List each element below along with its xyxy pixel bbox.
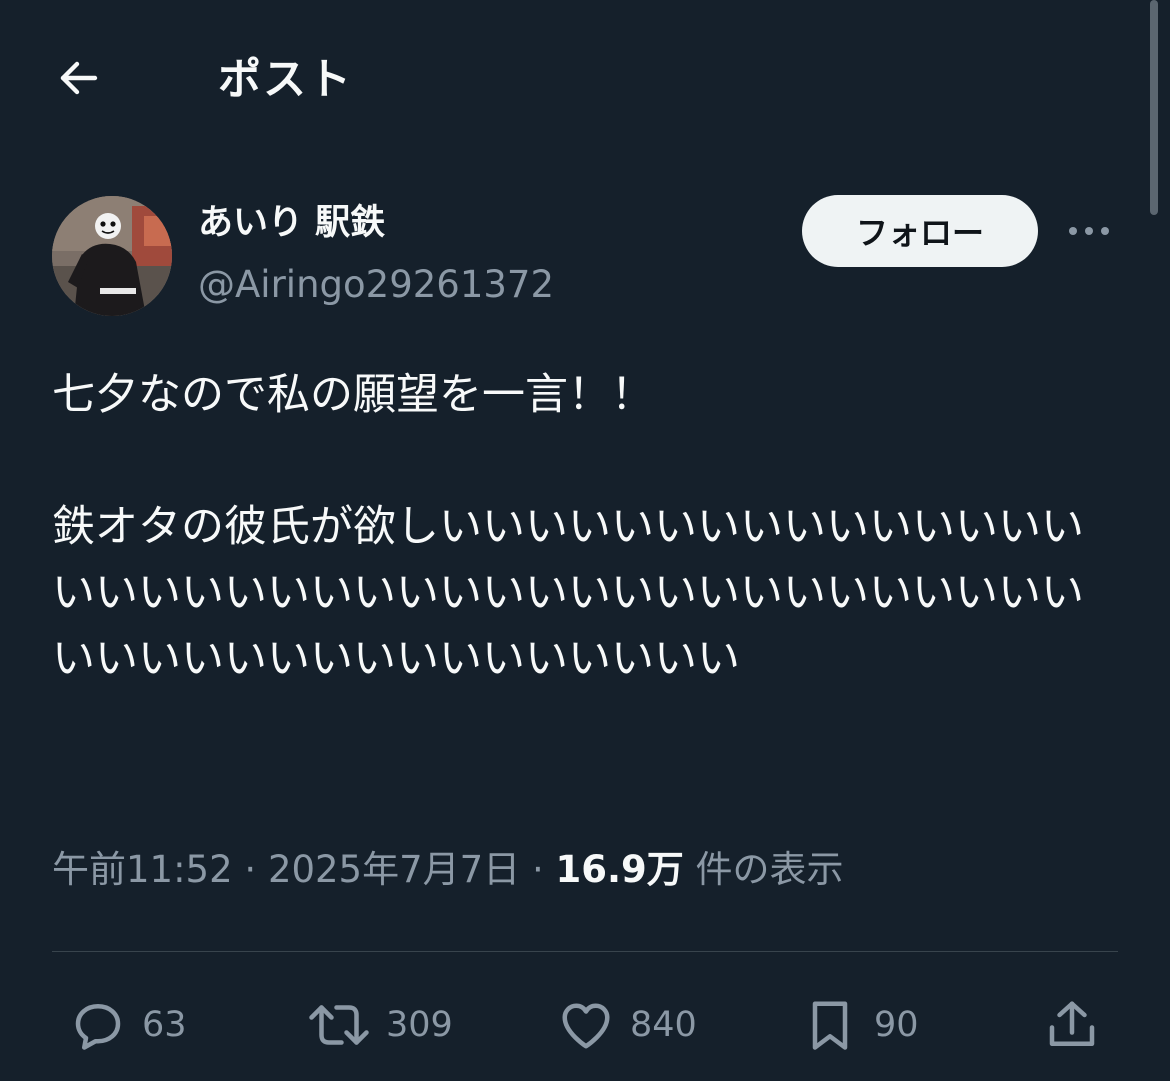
bookmark-icon bbox=[800, 995, 860, 1055]
reply-count: 63 bbox=[142, 1005, 187, 1045]
heart-icon bbox=[556, 995, 616, 1055]
share-icon bbox=[1042, 995, 1102, 1055]
user-handle[interactable]: @Airingo29261372 bbox=[198, 260, 554, 310]
like-count: 840 bbox=[630, 1005, 697, 1045]
post-time[interactable]: 午前11:52 bbox=[52, 848, 233, 891]
back-button[interactable] bbox=[46, 50, 112, 110]
display-name[interactable]: あいり 駅鉄 bbox=[198, 198, 385, 248]
post-text: 七夕なので私の願望を一言！！ 鉄オタの彼氏が欲しいいいいいいいいいいいいいいいい… bbox=[52, 370, 1084, 684]
scrollbar[interactable] bbox=[1150, 0, 1158, 215]
post-date[interactable]: 2025年7月7日 bbox=[268, 848, 520, 891]
bookmark-count: 90 bbox=[874, 1005, 919, 1045]
divider bbox=[52, 951, 1118, 952]
more-horizontal-icon bbox=[1067, 222, 1111, 241]
more-button[interactable] bbox=[1064, 211, 1114, 251]
like-button[interactable]: 840 bbox=[556, 995, 697, 1055]
share-button[interactable] bbox=[1042, 995, 1102, 1055]
page-title: ポスト bbox=[218, 55, 353, 105]
repost-count: 309 bbox=[386, 1005, 453, 1045]
arrow-left-icon bbox=[55, 54, 103, 106]
views-label: 件の表示 bbox=[695, 848, 844, 891]
repost-button[interactable]: 309 bbox=[306, 995, 453, 1055]
repost-icon bbox=[306, 995, 372, 1055]
avatar[interactable] bbox=[52, 196, 172, 316]
meta-separator: · bbox=[244, 848, 257, 891]
follow-button[interactable]: フォロー bbox=[802, 195, 1038, 267]
post-meta: 午前11:52 · 2025年7月7日 · 16.9万 件の表示 bbox=[52, 840, 844, 900]
top-bar: ポスト bbox=[0, 0, 1170, 160]
reply-icon bbox=[68, 995, 128, 1055]
views-count[interactable]: 16.9万 bbox=[555, 848, 683, 891]
reply-button[interactable]: 63 bbox=[68, 995, 187, 1055]
bookmark-button[interactable]: 90 bbox=[800, 995, 919, 1055]
meta-separator: · bbox=[531, 848, 544, 891]
